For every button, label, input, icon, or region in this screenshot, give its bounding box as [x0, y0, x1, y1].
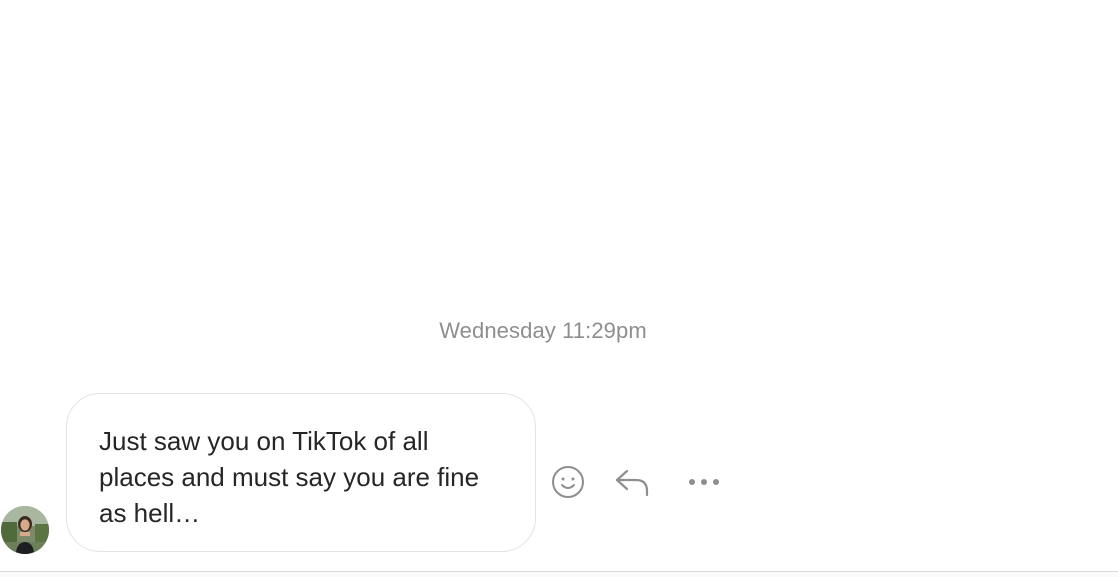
message-thread: Wednesday 11:29pm Just saw you on TikTok… [0, 0, 1118, 577]
composer-edge [0, 572, 1118, 577]
message-timestamp: Wednesday 11:29pm [439, 318, 647, 343]
sender-avatar[interactable] [1, 506, 49, 554]
reply-arrow-icon [615, 469, 649, 497]
message-text: Just saw you on TikTok of all places and… [99, 426, 480, 528]
react-button[interactable] [548, 462, 588, 502]
more-dots-icon [689, 479, 719, 485]
more-options-button[interactable] [684, 462, 724, 502]
smiley-icon [552, 466, 584, 498]
message-bubble[interactable]: Just saw you on TikTok of all places and… [66, 393, 536, 552]
avatar-photo [1, 506, 49, 554]
reply-button[interactable] [612, 462, 652, 502]
